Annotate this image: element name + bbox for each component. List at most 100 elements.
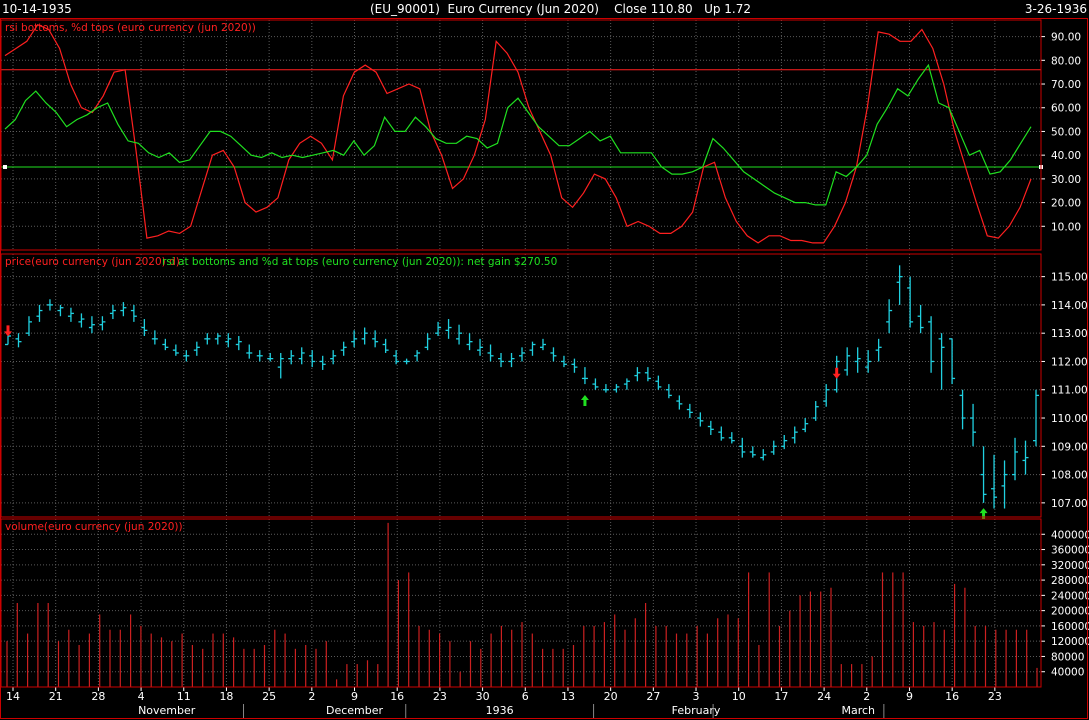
x-tick-label: 27: [646, 690, 660, 703]
price-bar: [193, 341, 200, 356]
outer-frame: [0, 18, 1088, 719]
y-tick-label: 400000: [1051, 529, 1089, 541]
price-bar: [382, 338, 389, 353]
price-bar: [288, 350, 295, 365]
price-bar: [791, 426, 798, 444]
price-bar: [78, 313, 85, 328]
price-bar: [57, 304, 64, 317]
price-bar: [99, 316, 106, 331]
price-bar: [151, 330, 158, 345]
price-bar: [204, 333, 211, 345]
y-tick-label: 40.00: [1051, 150, 1081, 162]
price-bar: [781, 434, 788, 450]
y-tick-label: 110.00: [1051, 413, 1088, 425]
x-tick-label: 20: [604, 690, 618, 703]
x-tick-label: 30: [476, 690, 490, 703]
price-bar: [739, 437, 746, 458]
y-tick-label: 160000: [1051, 621, 1089, 633]
y-tick-label: 360000: [1051, 545, 1089, 557]
x-month-label: November: [138, 704, 196, 717]
x-tick-label: 25: [262, 690, 276, 703]
price-bar: [634, 367, 641, 382]
price-bar: [907, 276, 914, 328]
price-bar: [15, 333, 22, 348]
price-bar: [277, 352, 284, 379]
price-bar: [1001, 460, 1008, 509]
price-bar: [445, 319, 452, 339]
x-tick-label: 18: [219, 690, 233, 703]
price-bar: [162, 338, 169, 351]
volume-panel-label: volume(euro currency (jun 2020)): [5, 521, 183, 533]
y-tick-label: 90.00: [1051, 32, 1081, 44]
y-tick-label: 60.00: [1051, 103, 1081, 115]
y-tick-label: 200000: [1051, 606, 1089, 618]
y-tick-label: 113.00: [1051, 328, 1088, 340]
y-tick-label: 114.00: [1051, 300, 1088, 312]
buy-signal-arrow: [979, 508, 988, 520]
price-bar: [36, 304, 43, 322]
x-tick-label: 3: [693, 690, 700, 703]
panel-frame: [0, 19, 1042, 251]
price-bar: [403, 358, 410, 365]
price-bar: [760, 449, 767, 461]
price-bar: [854, 347, 861, 373]
price-bar: [246, 344, 253, 359]
rsi-line: [4, 23, 1032, 244]
x-tick-label: 11: [177, 690, 191, 703]
x-month-label: December: [326, 704, 384, 717]
price-bar: [571, 358, 578, 373]
y-tick-label: 50.00: [1051, 126, 1081, 138]
x-tick-label: 16: [945, 690, 959, 703]
rsi-panel: 10.00 20.00 30.00 40.00 50.00 60.00 70.00 80.00…: [1, 22, 1081, 244]
x-tick-label: 16: [390, 690, 404, 703]
sell-signal-arrow: [832, 367, 841, 379]
price-bar: [67, 307, 74, 322]
price-bar: [88, 316, 95, 334]
rsi-panel-label: rsi bottoms, %d tops (euro currency (jun…: [5, 22, 256, 34]
x-tick-label: 4: [138, 690, 145, 703]
price-bar: [970, 403, 977, 447]
x-tick-label: 17: [774, 690, 788, 703]
price-bar: [1022, 440, 1029, 475]
price-bar: [109, 304, 116, 320]
price-bar: [917, 304, 924, 334]
price-bar: [644, 367, 651, 382]
price-bar: [414, 350, 421, 362]
price-bar: [309, 350, 316, 368]
x-tick-label: 24: [817, 690, 831, 703]
price-bar: [319, 355, 326, 370]
x-tick-label: 9: [906, 690, 913, 703]
price-bar: [214, 333, 221, 345]
stoch-d-line: [4, 63, 1032, 206]
price-bar: [928, 316, 935, 373]
price-bar: [46, 299, 53, 311]
grid-layer: [1, 20, 1041, 687]
price-bar: [875, 338, 882, 362]
sell-signal-arrow: [4, 325, 12, 337]
price-bar: [172, 344, 179, 356]
price-bar: [361, 327, 368, 345]
price-bar: [550, 347, 557, 362]
price-bar: [655, 375, 662, 390]
y-tick-label: 120000: [1051, 636, 1089, 648]
price-bar: [529, 341, 536, 356]
strategy-label: rsi at bottoms and %d at tops (euro curr…: [162, 256, 557, 268]
price-bar: [592, 378, 599, 390]
price-bar: [130, 304, 137, 322]
chart-canvas: 10.00 20.00 30.00 40.00 50.00 60.00 70.00 80.00…: [0, 18, 1089, 719]
price-bar: [298, 347, 305, 365]
y-tick-label: 30.00: [1051, 174, 1081, 186]
price-bar: [456, 324, 463, 345]
x-tick-label: 13: [561, 690, 575, 703]
price-bar: [330, 350, 337, 365]
price-bar: [865, 350, 872, 373]
price-bar: [707, 420, 714, 435]
price-bar: [749, 446, 756, 458]
price-bar: [581, 367, 588, 385]
y-tick-label: 70.00: [1051, 79, 1081, 91]
panel-frames: [0, 18, 1088, 719]
price-bar: [886, 299, 893, 334]
price-bar: [393, 350, 400, 365]
price-bar: [676, 395, 683, 410]
price-bar: [602, 384, 609, 393]
